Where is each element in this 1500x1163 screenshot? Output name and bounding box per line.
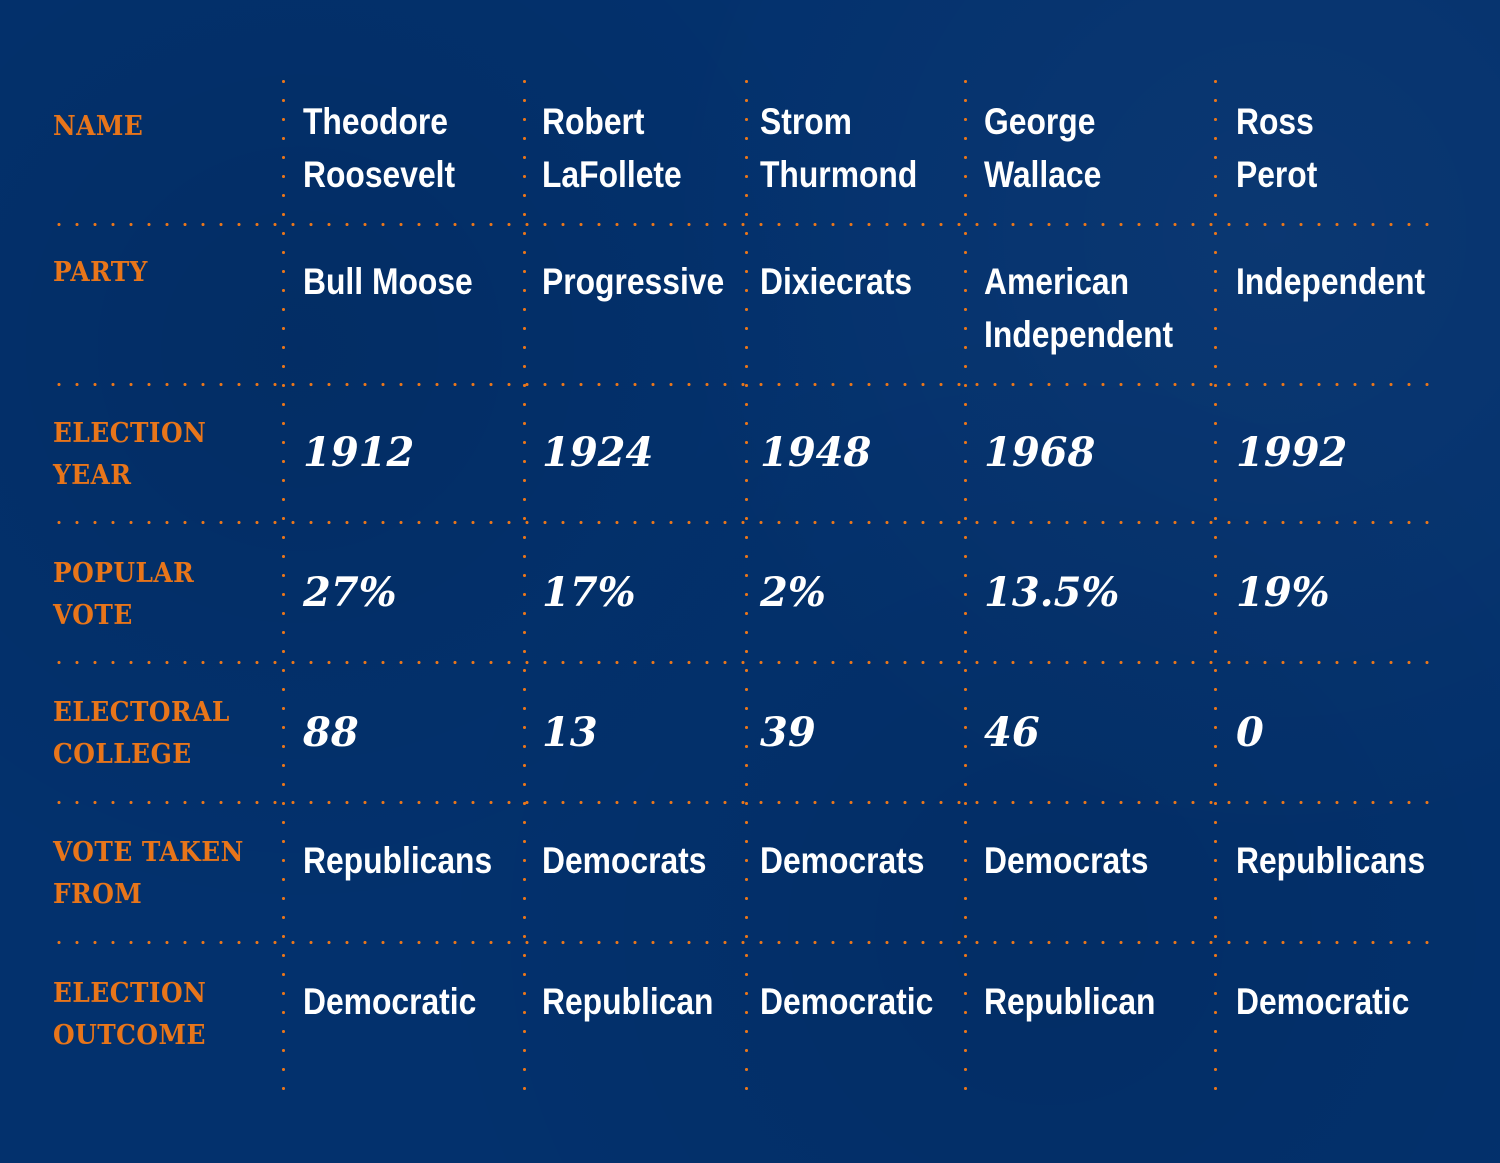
table-cell: Republican <box>984 981 1156 1022</box>
table-cell: 17% <box>542 569 636 616</box>
table-cell: American Independent <box>984 261 1174 355</box>
column-divider <box>1214 72 1217 1090</box>
table-cell: Democrats <box>984 840 1149 881</box>
table-cell: Theodore Roosevelt <box>303 101 456 195</box>
table-cell: 39 <box>760 709 816 756</box>
table-cell: Democratic <box>760 981 934 1022</box>
row-label: ELECTORAL COLLEGE <box>53 697 230 770</box>
row-label: VOTE TAKEN FROM <box>53 837 244 910</box>
row-label: ELECTION OUTCOME <box>53 978 207 1051</box>
table-cell: Republicans <box>1236 840 1426 881</box>
table-cell: Democrats <box>542 840 707 881</box>
table-cell: Democratic <box>303 981 477 1022</box>
row-label: POPULAR VOTE <box>53 558 195 631</box>
column-divider <box>964 72 967 1090</box>
table-cell: Ross Perot <box>1236 101 1318 195</box>
table-cell: 27% <box>303 569 397 616</box>
table-cell: Progressive <box>542 261 725 302</box>
table-cell: 1968 <box>984 429 1096 476</box>
table-cell: 1924 <box>542 429 654 476</box>
table-cell: 1948 <box>760 429 872 476</box>
table-cell: Independent <box>1236 261 1426 302</box>
column-divider <box>523 72 526 1090</box>
table-cell: Strom Thurmond <box>760 101 918 195</box>
table-cell: George Wallace <box>984 101 1102 195</box>
table-cell: Robert LaFollete <box>542 101 682 195</box>
table-cell: Republican <box>542 981 714 1022</box>
column-divider <box>745 72 748 1090</box>
row-label: PARTY <box>53 257 148 288</box>
table-cell: 19% <box>1236 569 1330 616</box>
table-cell: Dixiecrats <box>760 261 913 302</box>
table-cell: 46 <box>984 709 1040 756</box>
table-cell: 88 <box>303 709 359 756</box>
table-cell: 2% <box>760 569 826 616</box>
table-cell: 13.5% <box>984 569 1120 616</box>
table-cell: 1912 <box>303 429 415 476</box>
row-label: ELECTION YEAR <box>53 418 207 491</box>
table-cell: Bull Moose <box>303 261 473 302</box>
table-cell: 13 <box>542 709 598 756</box>
table-cell: 1992 <box>1236 429 1348 476</box>
table-cell: Democratic <box>1236 981 1410 1022</box>
table-cell: Republicans <box>303 840 493 881</box>
row-label: NAME <box>53 111 144 142</box>
table-cell: 0 <box>1236 709 1264 756</box>
column-divider <box>282 72 285 1090</box>
table-cell: Democrats <box>760 840 925 881</box>
